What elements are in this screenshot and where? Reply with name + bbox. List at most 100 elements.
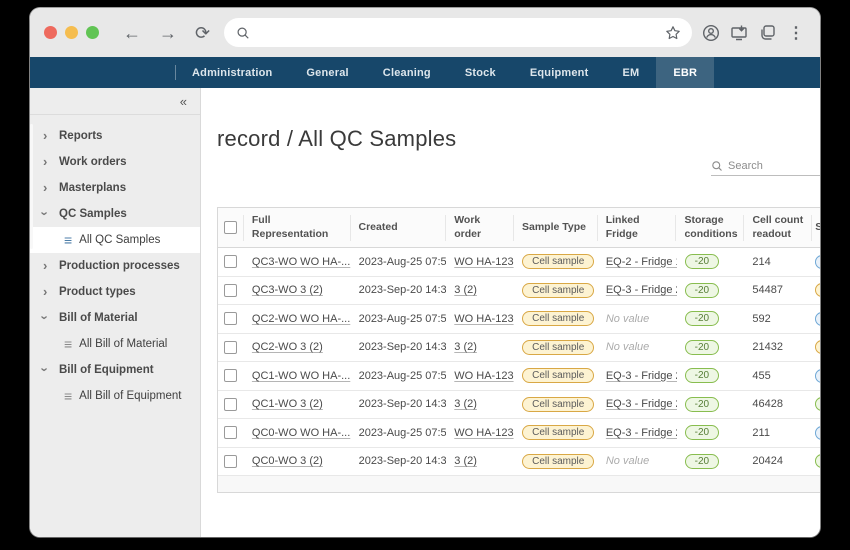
cast-download-icon[interactable] xyxy=(730,24,748,42)
table-row: QC0-WO 3 (2) 2023-Sep-20 14:39 3 (2) Cel… xyxy=(218,448,820,477)
column-header[interactable]: S xyxy=(812,215,820,241)
sidebar-item[interactable]: ≡ QC Samples xyxy=(30,201,200,227)
sidebar-item[interactable]: ≡ Product types xyxy=(30,279,200,305)
sidebar-item[interactable]: ≡ All QC Samples xyxy=(30,227,200,253)
nav-tab[interactable]: Cleaning xyxy=(366,57,448,88)
linked-fridge-link[interactable]: No value xyxy=(606,341,649,353)
work-order-link[interactable]: 3 (2) xyxy=(454,398,477,410)
sidebar-item[interactable]: ≡ Bill of Material xyxy=(30,305,200,331)
cell-count-value: 592 xyxy=(752,313,770,325)
linked-fridge-link[interactable]: EQ-3 - Fridge 2.. xyxy=(606,284,677,296)
cell-count-value: 211 xyxy=(752,427,770,439)
column-header[interactable]: Linked Fridge xyxy=(598,215,677,241)
created-value: 2023-Aug-25 07:51 xyxy=(359,256,447,268)
full-representation-link[interactable]: QC3-WO 3 (2) xyxy=(252,284,323,296)
nav-tab[interactable]: EBR xyxy=(656,57,714,88)
column-header[interactable]: Full Representation xyxy=(244,215,351,241)
close-window-button[interactable] xyxy=(44,26,57,39)
row-checkbox[interactable] xyxy=(224,341,237,354)
row-checkbox[interactable] xyxy=(224,255,237,268)
linked-fridge-link[interactable]: EQ-3 - Fridge 2.. xyxy=(606,427,677,439)
nav-tab[interactable]: EM xyxy=(605,57,656,88)
table-footer xyxy=(218,476,820,492)
forward-icon[interactable]: → xyxy=(155,24,181,42)
nav-tab-label: Stock xyxy=(465,67,496,79)
chevron-icon xyxy=(43,206,59,221)
column-header[interactable]: Work order xyxy=(446,215,514,241)
sample-type-badge: Cell sample xyxy=(522,368,594,383)
column-header[interactable]: Storage conditions xyxy=(676,215,744,241)
work-order-link[interactable]: 3 (2) xyxy=(454,284,477,296)
chevron-icon xyxy=(43,154,59,169)
work-order-link[interactable]: WO HA-123 xyxy=(454,427,513,439)
back-icon[interactable]: ← xyxy=(119,24,145,42)
work-order-link[interactable]: WO HA-123 xyxy=(454,313,513,325)
full-representation-link[interactable]: QC0-WO 3 (2) xyxy=(252,455,323,467)
linked-fridge-link[interactable]: EQ-3 - Fridge 2.. xyxy=(606,370,677,382)
work-order-link[interactable]: WO HA-123 xyxy=(454,256,513,268)
tabs-icon[interactable] xyxy=(758,24,776,42)
full-representation-link[interactable]: QC0-WO WO HA-... xyxy=(252,427,350,439)
work-order-link[interactable]: 3 (2) xyxy=(454,455,477,467)
minimize-window-button[interactable] xyxy=(65,26,78,39)
nav-tab[interactable]: Administration xyxy=(175,57,289,88)
linked-fridge-link[interactable]: No value xyxy=(606,455,649,467)
column-header[interactable]: Cell count readout xyxy=(744,215,812,241)
full-representation-link[interactable]: QC1-WO 3 (2) xyxy=(252,398,323,410)
chevron-icon xyxy=(43,310,59,325)
sidebar-item-label: Masterplans xyxy=(59,182,126,194)
work-order-link[interactable]: 3 (2) xyxy=(454,341,477,353)
linked-fridge-link[interactable]: No value xyxy=(606,313,649,325)
address-bar[interactable] xyxy=(224,18,692,47)
sidebar-item[interactable]: ≡ Production processes xyxy=(30,253,200,279)
created-value: 2023-Sep-20 14:39 xyxy=(359,341,447,353)
profile-icon[interactable] xyxy=(702,24,720,42)
nav-tab[interactable]: Stock xyxy=(448,57,513,88)
column-header[interactable]: Sample Type xyxy=(514,215,598,241)
sample-type-badge: Cell sample xyxy=(522,425,594,440)
nav-tab[interactable]: General xyxy=(289,57,365,88)
sidebar-item-label: Reports xyxy=(59,130,102,142)
table-row: QC3-WO 3 (2) 2023-Sep-20 14:39 3 (2) Cel… xyxy=(218,277,820,306)
sidebar-tree: ≡ Reports ≡ Work orders ≡ Masterplans ≡ … xyxy=(30,115,200,409)
work-order-link[interactable]: WO HA-123 xyxy=(454,370,513,382)
sidebar-item[interactable]: ≡ Work orders xyxy=(30,149,200,175)
row-checkbox[interactable] xyxy=(224,284,237,297)
page-title: record / All QC Samples xyxy=(217,126,820,152)
row-checkbox[interactable] xyxy=(224,426,237,439)
sidebar-item[interactable]: ≡ Reports xyxy=(30,123,200,149)
created-value: 2023-Aug-25 07:51 xyxy=(359,313,447,325)
select-all-checkbox[interactable] xyxy=(224,221,237,234)
created-value: 2023-Sep-20 14:39 xyxy=(359,398,447,410)
sidebar-item[interactable]: ≡ All Bill of Material xyxy=(30,331,200,357)
bookmark-star-icon[interactable] xyxy=(664,24,682,42)
column-header[interactable]: Created xyxy=(351,215,447,241)
sidebar-item[interactable]: ≡ All Bill of Equipment xyxy=(30,383,200,409)
full-representation-link[interactable]: QC2-WO WO HA-... xyxy=(252,313,350,325)
created-value: 2023-Aug-25 07:51 xyxy=(359,427,447,439)
linked-fridge-link[interactable]: EQ-3 - Fridge 2.. xyxy=(606,398,677,410)
row-checkbox[interactable] xyxy=(224,369,237,382)
row-checkbox[interactable] xyxy=(224,398,237,411)
sidebar-item-label: Production processes xyxy=(59,260,180,272)
full-representation-link[interactable]: QC3-WO WO HA-... xyxy=(252,256,350,268)
reload-icon[interactable]: ⟳ xyxy=(191,24,214,42)
sidebar-item-label: All QC Samples xyxy=(79,234,160,246)
nav-tab[interactable]: Equipment xyxy=(513,57,606,88)
sidebar-scrollbar[interactable] xyxy=(30,124,33,249)
linked-fridge-link[interactable]: EQ-2 - Fridge 1.. xyxy=(606,256,677,268)
sidebar-item[interactable]: ≡ Bill of Equipment xyxy=(30,357,200,383)
sidebar-item[interactable]: ≡ Masterplans xyxy=(30,175,200,201)
browser-menu-icon[interactable]: ⋮ xyxy=(786,23,806,43)
nav-tab-label: Administration xyxy=(192,67,272,79)
maximize-window-button[interactable] xyxy=(86,26,99,39)
full-representation-link[interactable]: QC2-WO 3 (2) xyxy=(252,341,323,353)
row-checkbox[interactable] xyxy=(224,312,237,325)
search-input[interactable] xyxy=(728,160,820,172)
chevron-icon xyxy=(43,258,59,273)
full-representation-link[interactable]: QC1-WO WO HA-... xyxy=(252,370,350,382)
row-checkbox[interactable] xyxy=(224,455,237,468)
storage-conditions-badge: -20 xyxy=(685,425,719,440)
sidebar-collapse-row: « xyxy=(30,88,200,115)
collapse-sidebar-icon[interactable]: « xyxy=(180,94,187,109)
